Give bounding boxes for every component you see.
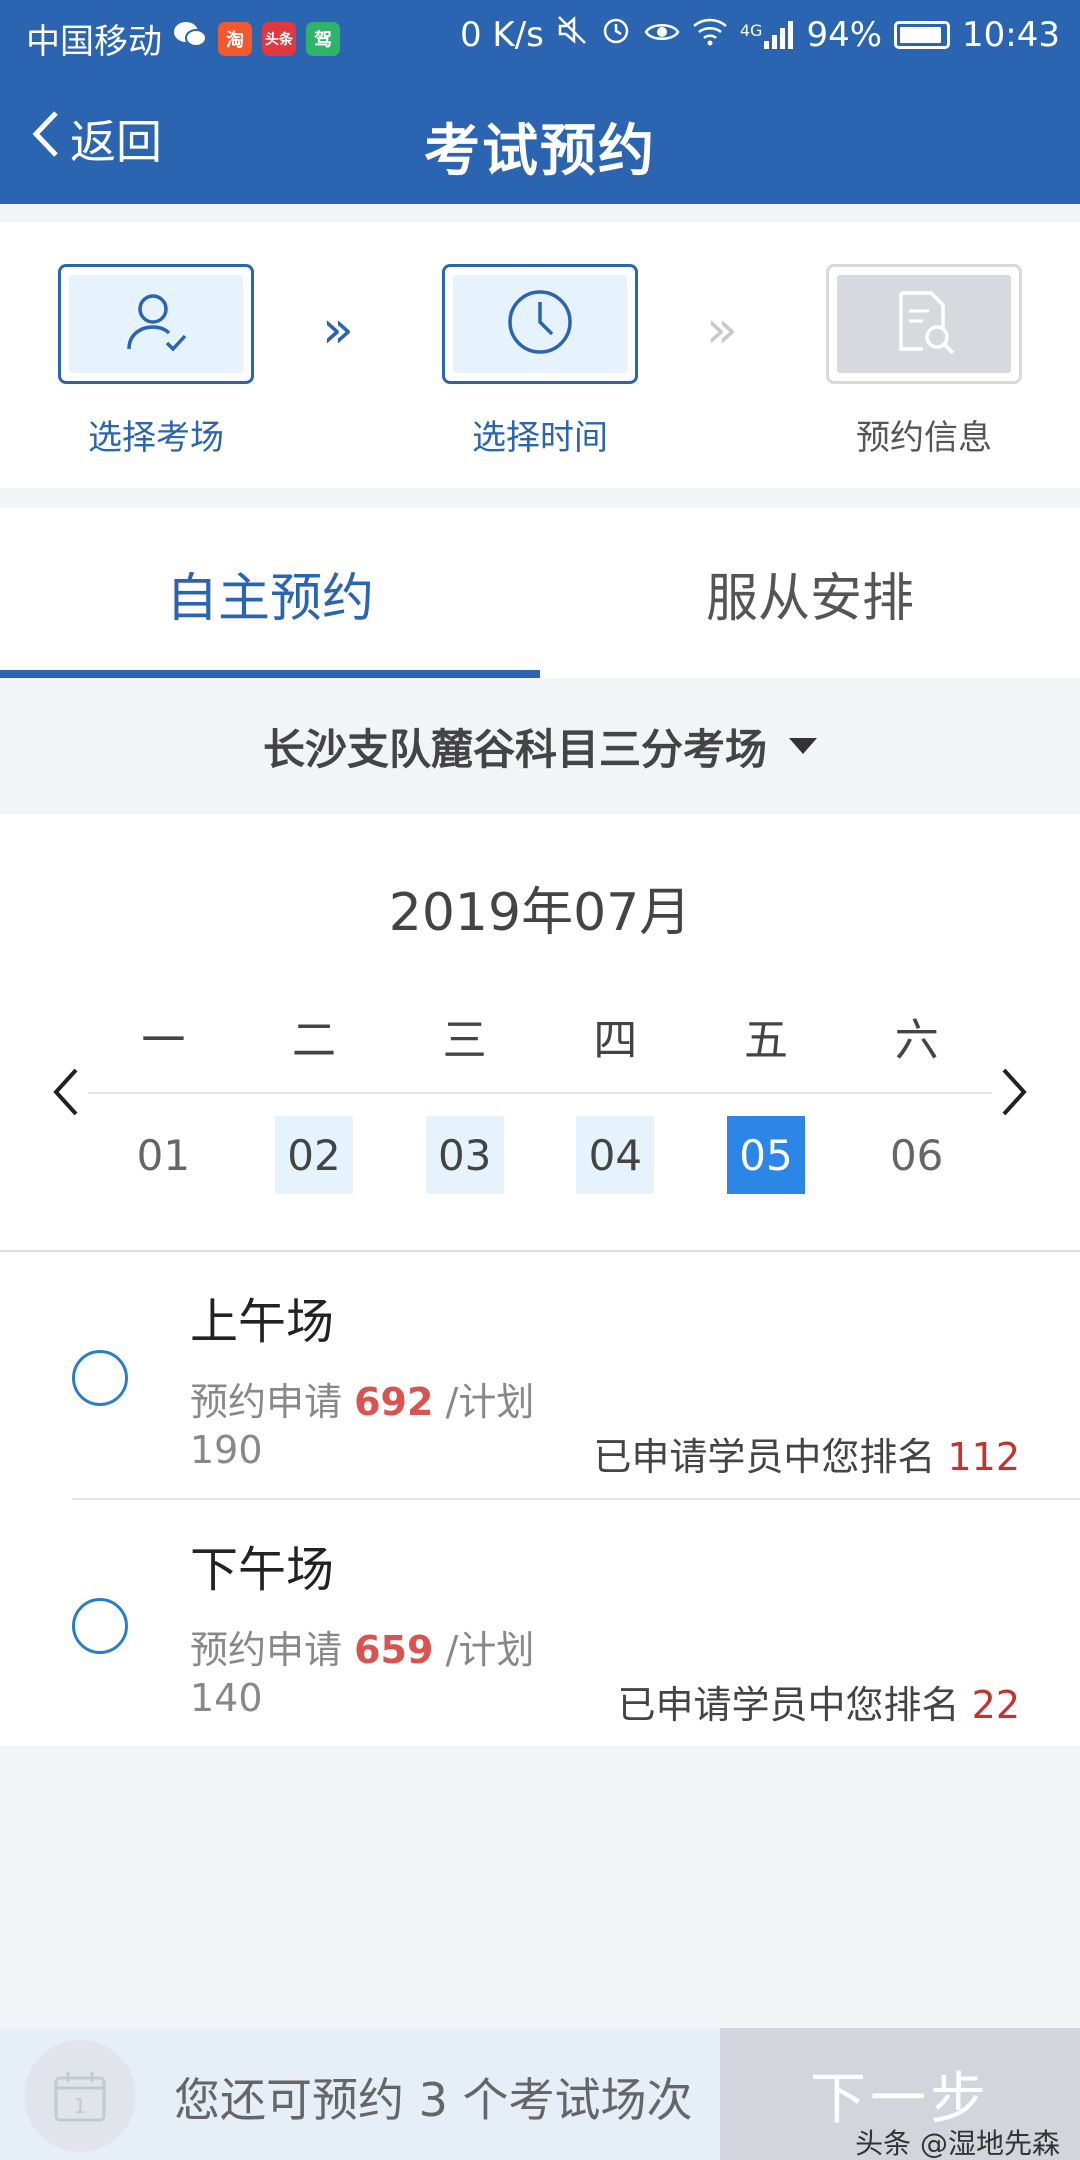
network-speed: 0 K/s xyxy=(459,14,544,55)
plan-count: 190 xyxy=(190,1428,263,1472)
weekday-label: 一 xyxy=(141,1015,186,1066)
radio-button[interactable] xyxy=(72,1350,128,1406)
weekday-label: 五 xyxy=(744,1015,789,1066)
double-chevron-icon: » xyxy=(706,300,738,360)
prev-week-button[interactable] xyxy=(50,1064,80,1132)
network-type: 4G xyxy=(739,20,763,40)
double-chevron-icon: » xyxy=(322,300,354,360)
status-bar: 中国移动 淘 头条 驾 0 K/s 4G 94% 10:43 xyxy=(0,0,1080,76)
step-appointment-info: 预约信息 xyxy=(826,264,1022,459)
signal-icon: 4G xyxy=(739,20,795,49)
plan-label: /计划 xyxy=(445,1380,535,1424)
session-morning[interactable]: 上午场 预约申请 692 /计划 190 已申请学员中您排名 112 xyxy=(0,1252,1080,1500)
remaining-quota-text: 您还可预约 3 个考试场次 xyxy=(174,2073,693,2127)
toutiao-icon: 头条 xyxy=(262,21,296,56)
carrier-label: 中国移动 xyxy=(26,22,162,62)
weekday-label: 二 xyxy=(292,1015,336,1066)
apply-label: 预约申请 xyxy=(190,1380,343,1424)
step-label: 预约信息 xyxy=(856,418,992,458)
eye-icon xyxy=(644,15,680,55)
chevron-right-icon xyxy=(1002,1068,1027,1116)
weekday-label: 六 xyxy=(894,1015,939,1066)
alarm-icon xyxy=(600,14,632,55)
weekday-header: 一 二 三 四 五 六 xyxy=(88,1004,992,1068)
radio-button[interactable] xyxy=(72,1598,128,1654)
date-cell[interactable]: 02 xyxy=(275,1116,353,1194)
wifi-icon xyxy=(692,15,728,55)
wechat-icon xyxy=(172,19,208,59)
page-title: 考试预约 xyxy=(424,119,656,184)
date-cell-selected[interactable]: 05 xyxy=(727,1116,806,1194)
apply-count: 692 xyxy=(354,1380,434,1424)
session-list: 上午场 预约申请 692 /计划 190 已申请学员中您排名 112 下午场 预… xyxy=(0,1250,1080,1746)
weekday-label: 四 xyxy=(593,1015,638,1066)
progress-steps: 选择考场 » 选择时间 » 预约信息 xyxy=(0,222,1080,488)
caret-down-icon xyxy=(789,738,817,754)
apply-count: 659 xyxy=(354,1628,434,1672)
clock-time: 10:43 xyxy=(962,14,1060,55)
date-row: 01 02 03 04 05 06 xyxy=(88,1116,992,1194)
step-label: 选择考场 xyxy=(88,418,224,458)
apply-label: 预约申请 xyxy=(190,1628,343,1672)
user-check-icon xyxy=(121,287,191,361)
rank-value: 112 xyxy=(947,1435,1020,1479)
session-afternoon[interactable]: 下午场 预约申请 659 /计划 140 已申请学员中您排名 22 xyxy=(0,1500,1080,1748)
active-tab-indicator xyxy=(0,670,540,678)
calendar-icon-day: 1 xyxy=(74,2094,87,2118)
nav-bar: 返回 考试预约 xyxy=(0,76,1080,204)
battery-icon xyxy=(894,20,951,49)
document-search-icon xyxy=(889,287,959,361)
venue-selector[interactable]: 长沙支队麓谷科目三分考场 xyxy=(0,678,1080,814)
rank-info: 已申请学员中您排名 112 xyxy=(593,1426,1020,1481)
date-cell[interactable]: 03 xyxy=(425,1116,504,1194)
chevron-left-icon xyxy=(53,1068,78,1116)
battery-percent: 94% xyxy=(806,14,883,55)
next-week-button[interactable] xyxy=(1000,1064,1030,1132)
venue-name: 长沙支队麓谷科目三分考场 xyxy=(262,724,767,774)
step-label: 选择时间 xyxy=(472,418,608,458)
step-select-venue: 选择考场 xyxy=(58,264,254,459)
booking-mode-tabs: 自主预约 服从安排 xyxy=(0,508,1080,678)
calendar-divider xyxy=(88,1092,992,1094)
rank-value: 22 xyxy=(971,1683,1020,1727)
tab-self-booking[interactable]: 自主预约 xyxy=(0,508,540,678)
tab-assigned[interactable]: 服从安排 xyxy=(540,508,1080,678)
plan-count: 140 xyxy=(190,1676,263,1720)
watermark: 头条 @湿地先森 xyxy=(855,2127,1060,2160)
calendar-icon: 1 xyxy=(24,2040,136,2152)
taobao-icon: 淘 xyxy=(218,21,252,56)
session-title: 上午场 xyxy=(190,1294,335,1350)
session-title: 下午场 xyxy=(190,1542,335,1598)
clock-icon xyxy=(504,286,576,362)
plan-label: /计划 xyxy=(445,1628,535,1672)
date-cell[interactable]: 04 xyxy=(576,1116,655,1194)
weekday-label: 三 xyxy=(442,1015,487,1066)
jiakao-icon: 驾 xyxy=(306,21,340,56)
calendar: 2019年07月 一 二 三 四 五 六 01 02 03 04 05 06 xyxy=(0,814,1080,1250)
rank-info: 已申请学员中您排名 22 xyxy=(618,1674,1020,1729)
application-stats: 预约申请 659 /计划 140 xyxy=(190,1626,570,1722)
rank-label: 已申请学员中您排名 xyxy=(617,1683,960,1727)
application-stats: 预约申请 692 /计划 190 xyxy=(190,1378,570,1474)
mute-icon xyxy=(556,14,588,55)
date-cell: 01 xyxy=(136,1130,191,1180)
date-cell: 06 xyxy=(889,1130,944,1180)
rank-label: 已申请学员中您排名 xyxy=(593,1435,936,1479)
step-select-time: 选择时间 xyxy=(442,264,638,459)
calendar-month: 2019年07月 xyxy=(388,883,692,943)
